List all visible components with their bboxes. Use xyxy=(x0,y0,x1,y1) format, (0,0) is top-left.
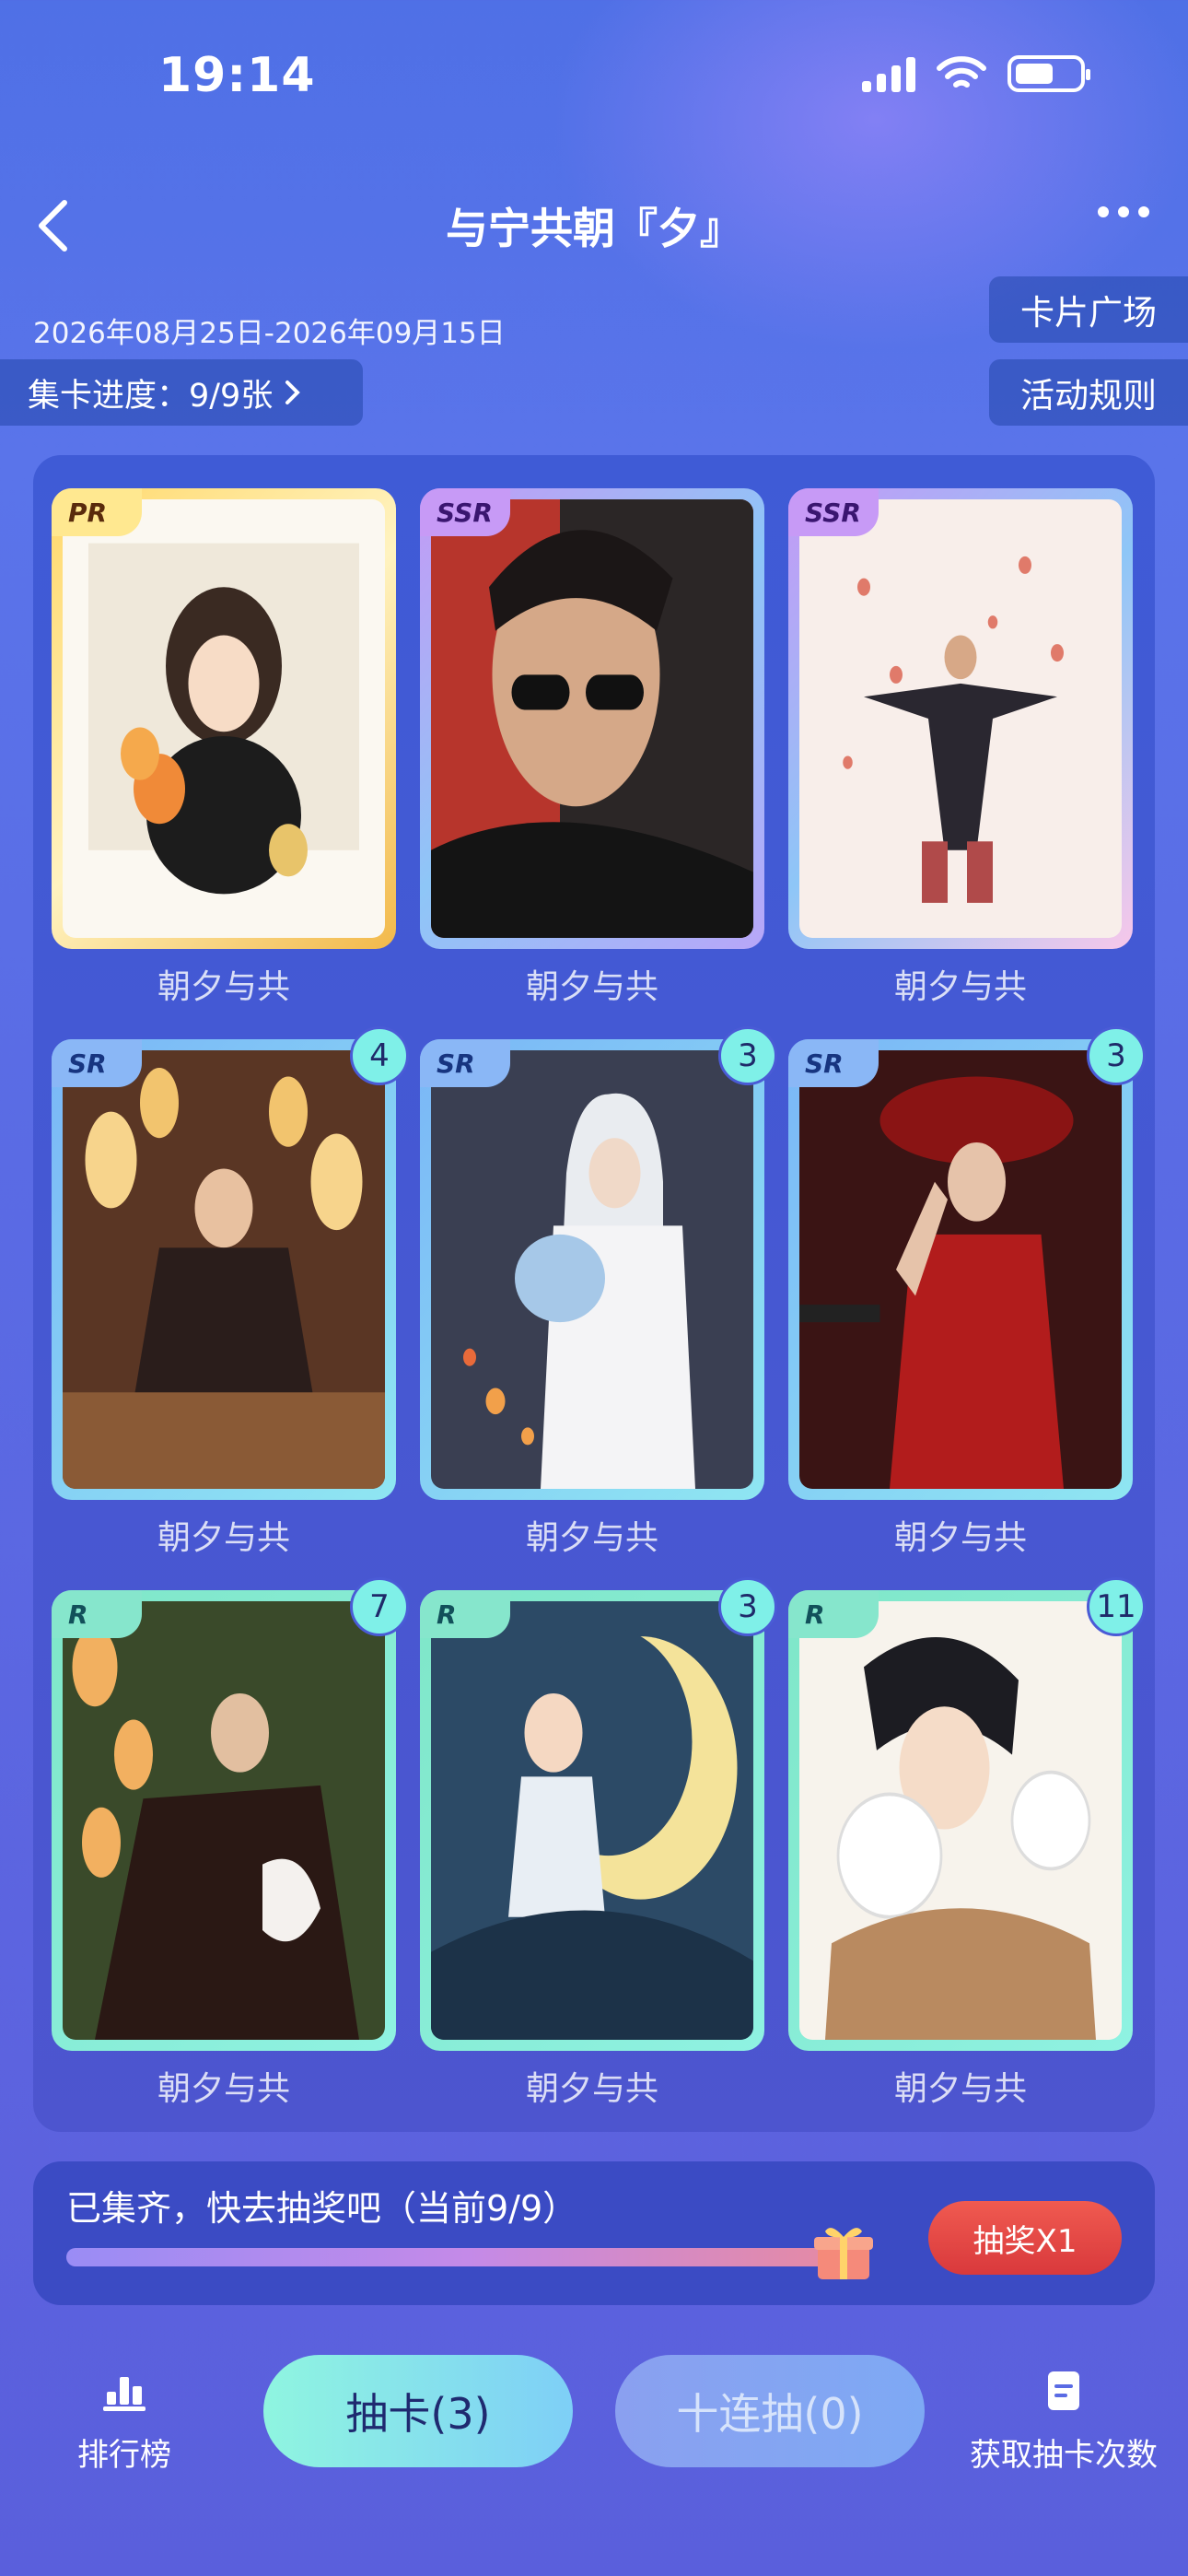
card-9[interactable]: R 11 xyxy=(788,1577,1146,2051)
status-icons xyxy=(862,55,1090,92)
lottery-status-text: 已集齐，快去抽奖吧（当前9/9） xyxy=(66,2188,578,2229)
ranking-icon xyxy=(103,2377,146,2411)
draw-ten-button[interactable]: 十连抽(0) xyxy=(615,2355,925,2467)
card-name: 朝夕与共 xyxy=(525,2070,658,2108)
collect-progress-button[interactable]: 集卡进度：9/9张 xyxy=(0,359,363,426)
card-2[interactable]: SSR xyxy=(420,488,764,949)
rarity-badge: SR xyxy=(788,1039,879,1087)
get-draws-tab[interactable]: 获取抽卡次数 xyxy=(967,2368,1160,2475)
event-date-range: 2026年08月25日-2026年09月15日 xyxy=(33,317,506,350)
signal-icon xyxy=(862,55,915,92)
card-count-badge: 4 xyxy=(350,1026,409,1085)
status-time: 19:14 xyxy=(158,48,316,103)
battery-icon xyxy=(1007,55,1090,92)
card-artwork xyxy=(63,499,385,938)
card-count-badge: 11 xyxy=(1087,1577,1146,1636)
rarity-badge: SSR xyxy=(788,488,879,536)
card-count-badge: 7 xyxy=(350,1577,409,1636)
get-draws-label: 获取抽卡次数 xyxy=(970,2437,1158,2474)
card-name: 朝夕与共 xyxy=(525,1519,658,1557)
rarity-badge: R xyxy=(420,1590,510,1638)
card-plaza-label: 卡片广场 xyxy=(1020,293,1157,333)
card-plaza-button[interactable]: 卡片广场 xyxy=(989,276,1188,343)
card-count-badge: 3 xyxy=(718,1577,777,1636)
collect-progress-label: 集卡进度：9/9张 xyxy=(28,377,274,415)
lottery-button[interactable]: 抽奖X1 xyxy=(928,2201,1122,2275)
card-6[interactable]: SR 3 xyxy=(788,1026,1146,1500)
card-8[interactable]: R 3 xyxy=(420,1577,777,2051)
card-count-badge: 3 xyxy=(718,1026,777,1085)
card-name: 朝夕与共 xyxy=(893,2070,1027,2108)
card-artwork xyxy=(63,1601,385,2040)
card-name: 朝夕与共 xyxy=(157,968,290,1006)
card-name: 朝夕与共 xyxy=(157,1519,290,1557)
rarity-badge: SR xyxy=(420,1039,510,1087)
rarity-badge: PR xyxy=(52,488,142,536)
rarity-badge: R xyxy=(52,1590,142,1638)
draw-card-button[interactable]: 抽卡(3) xyxy=(263,2355,573,2467)
draw-ten-label: 十连抽(0) xyxy=(676,2389,864,2439)
card-3[interactable]: SSR xyxy=(788,488,1133,949)
card-7[interactable]: R 7 xyxy=(52,1577,409,2051)
page-title: 与宁共朝『夕』 xyxy=(446,204,742,253)
card-artwork xyxy=(431,499,753,938)
card-name: 朝夕与共 xyxy=(525,968,658,1006)
card-count-badge: 3 xyxy=(1087,1026,1146,1085)
lottery-button-label: 抽奖X1 xyxy=(973,2222,1077,2260)
card-artwork xyxy=(799,1601,1122,2040)
card-artwork xyxy=(63,1050,385,1489)
task-list-icon xyxy=(1048,2371,1079,2410)
card-artwork xyxy=(799,1050,1122,1489)
activity-rules-label: 活动规则 xyxy=(1020,376,1157,416)
ranking-label: 排行榜 xyxy=(77,2437,171,2474)
lottery-progress-bar xyxy=(66,2248,869,2266)
card-5[interactable]: SR 3 xyxy=(420,1026,777,1500)
gift-icon xyxy=(814,2228,873,2279)
rarity-badge: R xyxy=(788,1590,879,1638)
rarity-badge: SR xyxy=(52,1039,142,1087)
card-artwork xyxy=(799,499,1122,938)
more-icon[interactable] xyxy=(1098,206,1149,217)
chevron-right-icon xyxy=(285,381,301,404)
card-name: 朝夕与共 xyxy=(157,2070,290,2108)
ranking-tab[interactable]: 排行榜 xyxy=(46,2368,203,2475)
card-1[interactable]: PR xyxy=(52,488,396,949)
card-artwork xyxy=(431,1601,753,2040)
rarity-badge: SSR xyxy=(420,488,510,536)
wifi-icon xyxy=(937,56,986,88)
card-artwork xyxy=(431,1050,753,1489)
activity-rules-button[interactable]: 活动规则 xyxy=(989,359,1188,426)
card-name: 朝夕与共 xyxy=(893,968,1027,1006)
draw-card-label: 抽卡(3) xyxy=(345,2389,491,2439)
card-4[interactable]: SR 4 xyxy=(52,1026,409,1500)
card-name: 朝夕与共 xyxy=(893,1519,1027,1557)
